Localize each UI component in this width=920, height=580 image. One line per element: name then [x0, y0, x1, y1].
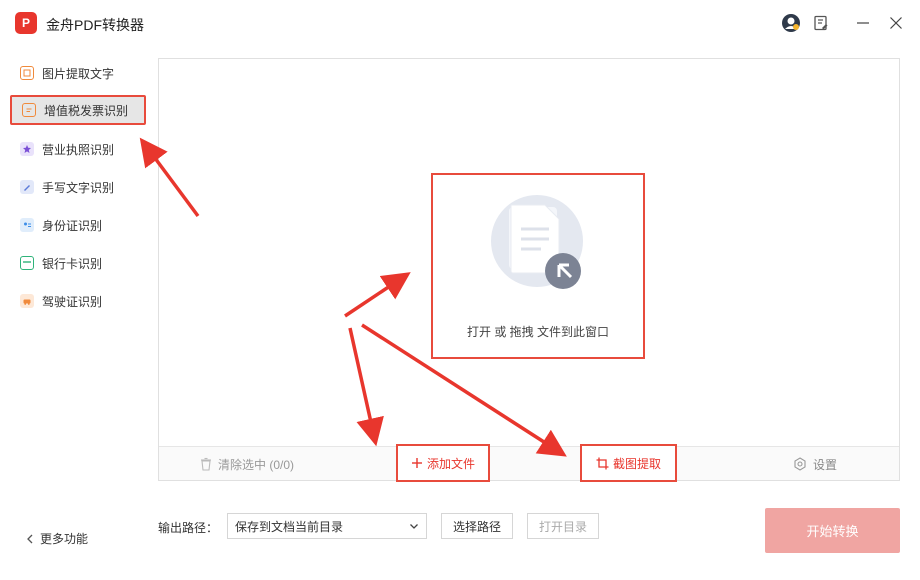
- minimize-icon[interactable]: [852, 12, 874, 34]
- chevron-left-icon: [27, 534, 33, 543]
- bank-card-icon: [20, 256, 34, 270]
- app-logo-text: P: [21, 16, 30, 30]
- sidebar-item-label: 银行卡识别: [42, 256, 103, 271]
- invoice-icon: [22, 103, 36, 117]
- file-action-bar: 清除选中 (0/0) 添加文件 截图提取 设置: [159, 444, 899, 482]
- sidebar-item-handwriting[interactable]: 手写文字识别: [10, 172, 146, 202]
- more-functions-link[interactable]: 更多功能: [26, 530, 88, 547]
- title-bar: P 金舟PDF转换器: [0, 0, 920, 48]
- driver-license-icon: [20, 294, 34, 308]
- sidebar-item-label: 营业执照识别: [42, 142, 115, 157]
- clear-selected-button[interactable]: 清除选中 (0/0): [199, 447, 294, 481]
- sidebar-item-image-text[interactable]: 图片提取文字: [10, 58, 146, 88]
- crop-icon: [596, 457, 609, 469]
- settings-button[interactable]: 设置: [793, 447, 837, 481]
- sidebar-item-id-card[interactable]: 身份证识别: [10, 210, 146, 240]
- plus-icon: [411, 458, 422, 468]
- output-path-value: 保存到文档当前目录: [235, 519, 344, 534]
- sidebar-item-label: 增值税发票识别: [44, 103, 129, 118]
- sidebar-item-label: 手写文字识别: [42, 180, 115, 195]
- sidebar-item-label: 驾驶证识别: [42, 294, 103, 309]
- file-list-panel: 打开 或 拖拽 文件到此窗口 清除选中 (0/0) 添加文件 截图提取 设置: [158, 58, 900, 482]
- close-icon[interactable]: [885, 12, 907, 34]
- gear-icon: [794, 457, 806, 471]
- settings-label: 设置: [813, 457, 838, 472]
- choose-path-button[interactable]: 选择路径: [441, 513, 513, 539]
- sidebar-item-invoice[interactable]: 增值税发票识别: [10, 95, 146, 125]
- add-file-label: 添加文件: [426, 456, 475, 471]
- sidebar-item-label: 图片提取文字: [42, 66, 115, 81]
- output-path-select[interactable]: 保存到文档当前目录: [227, 513, 427, 539]
- app-title: 金舟PDF转换器: [46, 17, 144, 33]
- id-card-icon: [20, 218, 34, 232]
- add-file-button[interactable]: 添加文件: [396, 444, 490, 482]
- document-upload-icon: [491, 195, 583, 289]
- sidebar-item-driver-license[interactable]: 驾驶证识别: [10, 286, 146, 316]
- chevron-down-icon: [410, 524, 418, 529]
- drop-zone-text: 打开 或 拖拽 文件到此窗口: [466, 325, 609, 339]
- trash-icon: [201, 457, 211, 471]
- app-logo: P: [15, 12, 37, 34]
- screenshot-extract-button[interactable]: 截图提取: [580, 444, 677, 482]
- sidebar-item-bank-card[interactable]: 银行卡识别: [10, 248, 146, 278]
- clear-selected-label: 清除选中 (0/0): [218, 457, 295, 472]
- feedback-icon[interactable]: [810, 12, 832, 34]
- start-convert-button[interactable]: 开始转换: [765, 508, 900, 553]
- drop-zone[interactable]: 打开 或 拖拽 文件到此窗口: [431, 173, 645, 359]
- image-text-icon: [20, 66, 34, 80]
- screenshot-extract-label: 截图提取: [612, 456, 661, 471]
- license-icon: [20, 142, 34, 156]
- more-functions-label: 更多功能: [40, 532, 89, 546]
- output-path-label: 输出路径：: [158, 521, 219, 535]
- sidebar-item-label: 身份证识别: [42, 218, 103, 233]
- sidebar-item-business-license[interactable]: 营业执照识别: [10, 134, 146, 164]
- avatar-icon[interactable]: [780, 12, 802, 34]
- open-directory-button[interactable]: 打开目录: [527, 513, 599, 539]
- handwriting-icon: [20, 180, 34, 194]
